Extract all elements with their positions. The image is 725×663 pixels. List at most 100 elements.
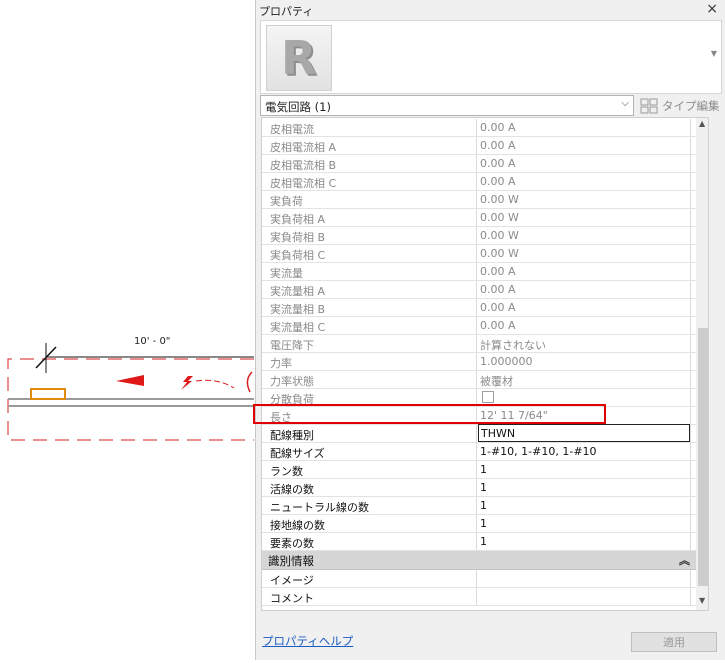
property-value: 0.00 A [480, 301, 516, 314]
property-name: 皮相電流相 B [268, 155, 477, 172]
property-row[interactable]: 力率 1.000000 [262, 353, 696, 371]
property-row[interactable]: イメージ [262, 570, 696, 588]
collapse-chevron-icon[interactable]: ︽ [679, 552, 690, 568]
property-name: 要素の数 [268, 533, 477, 550]
property-row[interactable]: 分散負荷 [262, 389, 696, 407]
property-row[interactable]: 接地線の数 1 [262, 515, 696, 533]
property-row[interactable]: ニュートラル線の数 1 [262, 497, 696, 515]
property-row[interactable]: 実流量相 C 0.00 A [262, 317, 696, 335]
edit-type-icon [640, 98, 658, 114]
close-icon[interactable]: × [706, 1, 718, 17]
property-name: ラン数 [268, 461, 477, 478]
property-value: 0.00 W [480, 193, 519, 206]
property-row[interactable]: コメント [262, 588, 696, 606]
property-name: 実流量 [268, 263, 477, 280]
property-name: 実流量相 A [268, 281, 477, 298]
property-value: 0.00 A [480, 265, 516, 278]
property-value[interactable]: 1 [478, 533, 690, 550]
apply-button[interactable]: 適用 [631, 632, 717, 652]
edit-type-button[interactable]: タイプ編集 [640, 95, 725, 116]
property-row[interactable]: 実流量相 A 0.00 A [262, 281, 696, 299]
property-name: 実負荷相 A [268, 209, 477, 226]
property-value[interactable]: 1 [478, 515, 690, 532]
distributed-load-checkbox[interactable] [482, 391, 494, 403]
property-value[interactable]: 1 [478, 461, 690, 478]
circuit-path [195, 379, 235, 389]
dimension-text: 10' - 0" [134, 336, 170, 347]
property-value: 0.00 A [480, 139, 516, 152]
scroll-thumb[interactable] [698, 328, 708, 586]
revit-r-icon: R R [266, 25, 332, 91]
type-selector[interactable]: R R ▼ [260, 20, 722, 94]
lightning-symbol [181, 376, 193, 390]
property-name: 実負荷相 C [268, 245, 477, 262]
property-row[interactable]: 活線の数 1 [262, 479, 696, 497]
property-value: 0.00 W [480, 229, 519, 242]
property-name: 配線サイズ [268, 443, 477, 460]
property-row[interactable]: 実流量 0.00 A [262, 263, 696, 281]
property-row[interactable]: 力率状態 被覆材 [262, 371, 696, 389]
vertical-scrollbar[interactable]: ▲ ▼ [696, 118, 708, 610]
property-row[interactable]: 配線種別 THWN [262, 424, 696, 443]
property-row[interactable]: 要素の数 1 [262, 533, 696, 551]
instance-filter-select[interactable]: 電気回路 (1) ⌵ [260, 95, 634, 116]
property-name: 分散負荷 [268, 389, 477, 406]
property-name: 実負荷相 B [268, 227, 477, 244]
property-value: 0.00 W [480, 247, 519, 260]
property-row[interactable]: 配線サイズ 1-#10, 1-#10, 1-#10 [262, 443, 696, 461]
property-value[interactable] [478, 570, 690, 587]
property-value[interactable]: 1 [478, 497, 690, 514]
instance-row: 電気回路 (1) ⌵ タイプ編集 [260, 95, 722, 117]
scroll-up-icon[interactable]: ▲ [699, 119, 705, 128]
property-name: 力率 [268, 353, 477, 370]
property-value: 0.00 A [480, 319, 516, 332]
device-symbol[interactable] [30, 388, 66, 400]
property-value[interactable] [478, 588, 690, 605]
property-value: 0.00 W [480, 211, 519, 224]
property-name: 長さ [268, 407, 477, 424]
property-name: 皮相電流相 C [268, 173, 477, 190]
property-row[interactable]: 皮相電流相 C 0.00 A [262, 173, 696, 191]
property-row[interactable]: 長さ 12' 11 7/64" [262, 407, 696, 425]
property-name: イメージ [268, 570, 477, 587]
svg-text:R: R [281, 31, 316, 85]
type-dropdown-icon[interactable]: ▼ [711, 49, 717, 58]
property-row[interactable]: 電圧降下 計算されない [262, 335, 696, 353]
property-name: 実流量相 B [268, 299, 477, 316]
panel-arc [246, 371, 253, 393]
property-value[interactable]: 1-#10, 1-#10, 1-#10 [478, 443, 690, 460]
property-row[interactable]: 実流量相 B 0.00 A [262, 299, 696, 317]
property-name: 配線種別 [268, 425, 477, 442]
property-row[interactable]: 皮相電流相 B 0.00 A [262, 155, 696, 173]
property-name: 接地線の数 [268, 515, 477, 532]
scroll-down-icon[interactable]: ▼ [699, 596, 705, 605]
drawing-canvas[interactable]: 10' - 0" [0, 0, 256, 660]
property-name: コメント [268, 588, 477, 605]
properties-palette: プロパティ × R R ▼ 電気回路 (1) ⌵ タイプ編集 皮相電流 0.00… [255, 0, 725, 660]
property-name: 皮相電流相 A [268, 137, 477, 154]
property-value: 0.00 A [480, 283, 516, 296]
property-value: 1.000000 [480, 355, 533, 368]
property-row[interactable]: 皮相電流 0.00 A [262, 119, 696, 137]
property-row[interactable]: 実負荷相 C 0.00 W [262, 245, 696, 263]
property-value[interactable]: 1 [478, 479, 690, 496]
canvas-svg: 10' - 0" [7, 336, 254, 441]
property-row[interactable]: 実負荷 0.00 W [262, 191, 696, 209]
property-row[interactable]: 実負荷相 A 0.00 W [262, 209, 696, 227]
identity-group-header[interactable]: 識別情報 ︽ [262, 551, 696, 570]
properties-help-link[interactable]: プロパティヘルプ [262, 633, 353, 649]
edit-type-label: タイプ編集 [662, 99, 720, 113]
group-label: 識別情報 [268, 554, 314, 568]
property-name: 電圧降下 [268, 335, 477, 352]
property-row[interactable]: 実負荷相 B 0.00 W [262, 227, 696, 245]
palette-title: プロパティ [259, 5, 314, 18]
instance-filter-label: 電気回路 (1) [265, 100, 331, 114]
property-row[interactable]: 皮相電流相 A 0.00 A [262, 137, 696, 155]
palette-titlebar[interactable]: プロパティ × [256, 0, 725, 20]
property-value-input[interactable]: THWN [478, 424, 690, 442]
property-value: 0.00 A [480, 175, 516, 188]
property-row[interactable]: ラン数 1 [262, 461, 696, 479]
property-value: 被覆材 [480, 375, 513, 388]
property-name: 皮相電流 [268, 119, 477, 136]
property-value: 0.00 A [480, 121, 516, 134]
